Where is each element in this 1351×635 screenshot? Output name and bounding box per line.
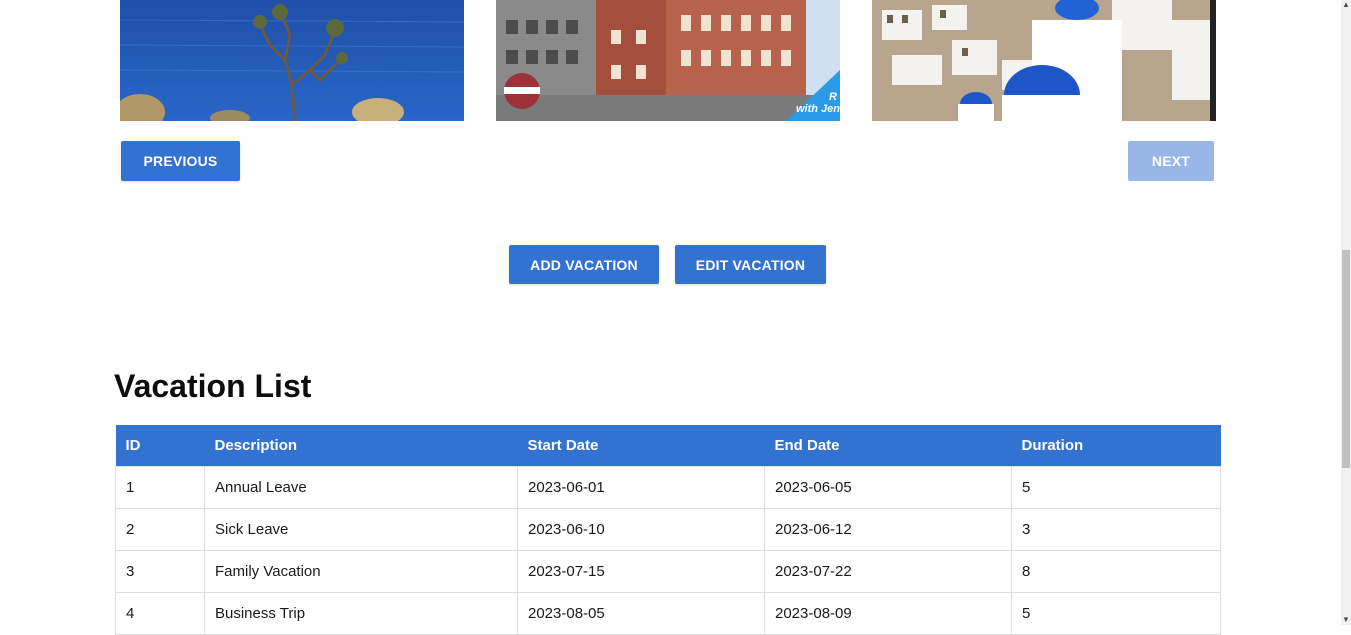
next-button[interactable]: NEXT (1128, 141, 1214, 181)
vacation-table: ID Description Start Date End Date Durat… (115, 425, 1221, 635)
carousel-image-riga: R with Jen (496, 0, 840, 121)
cell-start-date: 2023-08-05 (517, 592, 765, 635)
cell-id: 4 (115, 592, 205, 635)
cell-duration: 8 (1011, 550, 1221, 593)
cell-end-date: 2023-07-22 (764, 550, 1012, 593)
cell-id: 1 (115, 466, 205, 509)
edit-vacation-button[interactable]: EDIT VACATION (675, 245, 826, 284)
cell-end-date: 2023-06-12 (764, 508, 1012, 551)
cell-start-date: 2023-06-01 (517, 466, 765, 509)
table-row[interactable]: 3 Family Vacation 2023-07-15 2023-07-22 … (115, 550, 1221, 593)
add-vacation-button[interactable]: ADD VACATION (509, 245, 659, 284)
cell-id: 2 (115, 508, 205, 551)
column-header-duration[interactable]: Duration (1011, 425, 1221, 467)
carousel-caption-line2: with Jen (796, 103, 840, 115)
cell-end-date: 2023-08-09 (764, 592, 1012, 635)
vertical-scrollbar[interactable]: ▲ ▼ (1341, 0, 1351, 625)
page-title: Vacation List (114, 368, 312, 404)
cell-duration: 3 (1011, 508, 1221, 551)
cell-description: Family Vacation (204, 550, 518, 593)
cell-start-date: 2023-07-15 (517, 550, 765, 593)
table-row[interactable]: 1 Annual Leave 2023-06-01 2023-06-05 5 (115, 466, 1221, 509)
column-header-end-date[interactable]: End Date (764, 425, 1012, 467)
cell-description: Annual Leave (204, 466, 518, 509)
scroll-down-icon[interactable]: ▼ (1342, 615, 1350, 625)
cell-end-date: 2023-06-05 (764, 466, 1012, 509)
previous-button[interactable]: PREVIOUS (121, 141, 240, 181)
scrollbar-thumb[interactable] (1342, 250, 1350, 468)
cell-duration: 5 (1011, 592, 1221, 635)
scroll-up-icon[interactable]: ▲ (1342, 0, 1350, 10)
cell-start-date: 2023-06-10 (517, 508, 765, 551)
carousel-image-santorini (872, 0, 1216, 121)
cell-description: Sick Leave (204, 508, 518, 551)
table-row[interactable]: 2 Sick Leave 2023-06-10 2023-06-12 3 (115, 508, 1221, 551)
cell-id: 3 (115, 550, 205, 593)
column-header-description[interactable]: Description (204, 425, 518, 467)
column-header-id[interactable]: ID (115, 425, 205, 467)
table-row[interactable]: 4 Business Trip 2023-08-05 2023-08-09 5 (115, 592, 1221, 635)
carousel-image-coast (120, 0, 464, 121)
cell-duration: 5 (1011, 466, 1221, 509)
column-header-start-date[interactable]: Start Date (517, 425, 765, 467)
table-header-row: ID Description Start Date End Date Durat… (115, 425, 1221, 467)
cell-description: Business Trip (204, 592, 518, 635)
carousel-caption-line1: R (829, 91, 837, 103)
